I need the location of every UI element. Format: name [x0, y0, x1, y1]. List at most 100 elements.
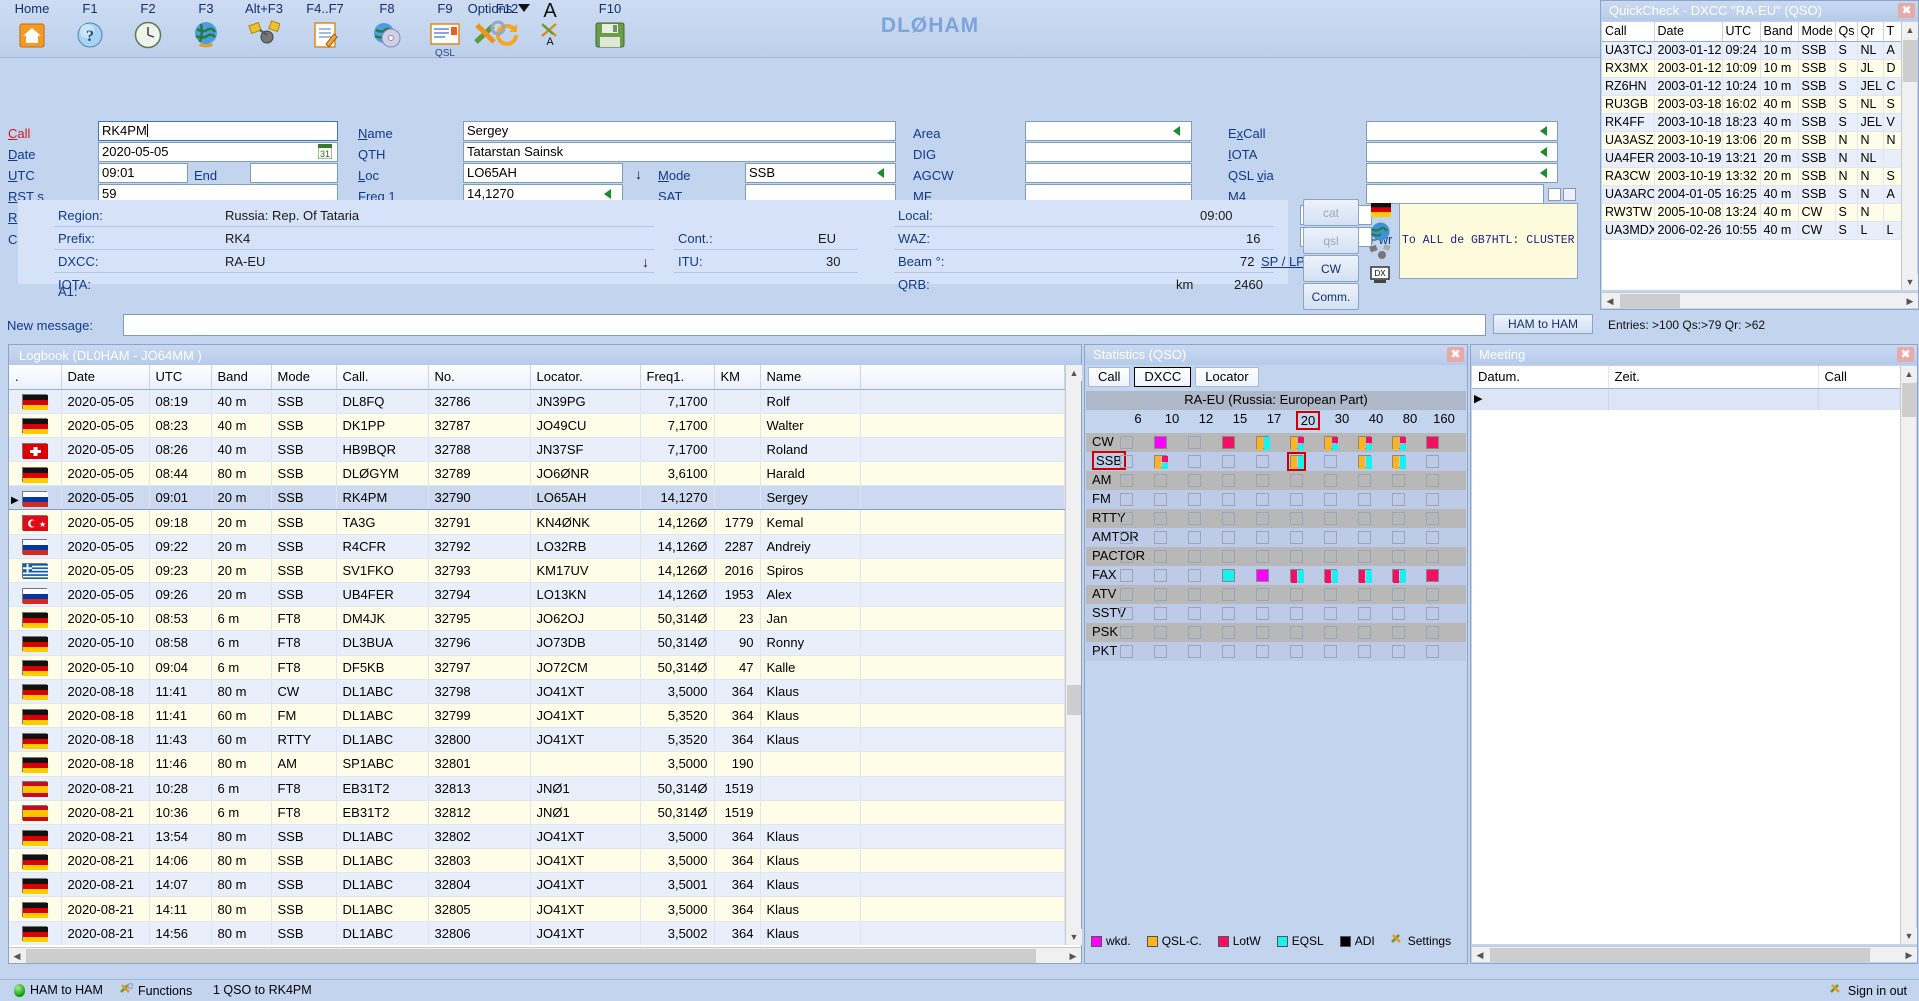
logbook-column-header[interactable]: Freq1.	[640, 365, 715, 390]
statistics-row-amtor[interactable]: AMTOR	[1086, 528, 1466, 547]
statistics-cell-psk-160[interactable]	[1426, 626, 1439, 639]
toolbar-button-f3[interactable]: F3	[178, 2, 234, 52]
logbook-column-header[interactable]: .	[9, 365, 62, 390]
statistics-row-rtty[interactable]: RTTY	[1086, 509, 1466, 528]
statistics-cell-rtty-17[interactable]	[1256, 512, 1269, 525]
table-row[interactable]: 2020-08-21 14:07 80 m SSB DL1ABC 32804 JO41XT 3…	[9, 872, 1065, 898]
calendar-icon[interactable]: 31	[317, 143, 333, 162]
statistics-cell-amtor-30[interactable]	[1324, 531, 1337, 544]
beam-sp-lp-link[interactable]: SP / LP	[1261, 254, 1305, 269]
table-row[interactable]: ★ 2020-05-05 09:18 20 m SSB TA3G 32791 KN4ØNK 14…	[9, 509, 1065, 535]
statistics-cell-pkt-10[interactable]	[1154, 645, 1167, 658]
table-row[interactable]: 2020-05-05 08:44 80 m SSB DLØGYM 32789 JO6ØNR 3…	[9, 461, 1065, 487]
statistics-cell-rtty-30[interactable]	[1324, 512, 1337, 525]
scroll-thumb[interactable]	[1902, 383, 1916, 417]
table-row[interactable]: 2020-08-18 11:41 80 m CW DL1ABC 32798 JO41XT 3,…	[9, 679, 1065, 704]
statistics-row-pactor[interactable]: PACTOR	[1086, 547, 1466, 566]
meeting-column-header[interactable]: Call	[1818, 366, 1902, 389]
table-row[interactable]: 2020-05-05 09:23 20 m SSB SV1FKO 32793 KM17UV 1…	[9, 558, 1065, 584]
statistics-cell-fm-17[interactable]	[1256, 493, 1269, 506]
toolbar-button-f4-f7[interactable]: F4..F7	[297, 2, 353, 52]
statistics-cell-pkt-40[interactable]	[1358, 645, 1371, 658]
statistics-cell-atv-20[interactable]	[1290, 588, 1303, 601]
statistics-cell-pactor-80[interactable]	[1392, 550, 1405, 563]
logbook-column-header[interactable]: No.	[428, 365, 531, 390]
m4-input[interactable]	[1366, 184, 1544, 204]
scroll-right-icon[interactable]: ▶	[1901, 947, 1917, 963]
statistics-cell-pkt-30[interactable]	[1324, 645, 1337, 658]
statistics-cell-am-160[interactable]	[1426, 474, 1439, 487]
scroll-up-icon[interactable]: ▲	[1066, 365, 1082, 381]
table-row[interactable]: 2020-05-10 09:04 6 m FT8 DF5KB 32797 JO72CM 50,…	[9, 655, 1065, 680]
statistics-row-fax[interactable]: FAX	[1086, 566, 1466, 585]
scroll-thumb[interactable]	[1903, 40, 1917, 82]
quickcheck-horizontal-scrollbar[interactable]: ◀ ▶	[1602, 292, 1918, 308]
utc-input[interactable]: 09:01	[98, 163, 188, 183]
close-icon[interactable]: ✖	[1897, 347, 1914, 362]
table-row[interactable]: 2020-05-05 09:22 20 m SSB R4CFR 32792 LO32RB 14…	[9, 534, 1065, 559]
table-row[interactable]: 2020-08-18 11:41 60 m FM DL1ABC 32799 JO41XT 5,…	[9, 703, 1065, 729]
statistics-cell-fm-12[interactable]	[1188, 493, 1201, 506]
statistics-band-15[interactable]: 15	[1228, 411, 1252, 426]
meeting-grid[interactable]: Datum. Zeit. Call	[1472, 366, 1902, 944]
statistics-cell-cw-15[interactable]	[1222, 436, 1235, 449]
statistics-cell-atv-17[interactable]	[1256, 588, 1269, 601]
statistics-cell-pactor-40[interactable]	[1358, 550, 1371, 563]
statistics-cell-am-10[interactable]	[1154, 474, 1167, 487]
table-row[interactable]: 2020-08-21 13:54 80 m SSB DL1ABC 32802 JO41XT 3…	[9, 824, 1065, 850]
dxcc-down-arrow-icon[interactable]: ↓	[642, 254, 649, 270]
table-row[interactable]: 2020-05-10 08:58 6 m FT8 DL3BUA 32796 JO73DB 50…	[9, 630, 1065, 656]
statistics-cell-fax-30[interactable]	[1324, 569, 1338, 583]
statistics-cell-rtty-80[interactable]	[1392, 512, 1405, 525]
name-input[interactable]: Sergey	[463, 121, 896, 141]
statistics-cell-psk-40[interactable]	[1358, 626, 1371, 639]
down-arrow-icon[interactable]: ↓	[635, 166, 642, 182]
quickcheck-row[interactable]: UA3TCJ 2003-01-12 09:24 10 m SSB S NL A	[1602, 41, 1903, 60]
scroll-thumb[interactable]	[26, 949, 1036, 963]
mode-spinner-icon[interactable]	[877, 168, 884, 178]
statistics-band-6[interactable]: 6	[1126, 411, 1150, 426]
status-functions[interactable]: Functions	[120, 982, 192, 999]
mode-input[interactable]: SSB	[745, 163, 896, 183]
statistics-cell-psk-20[interactable]	[1290, 626, 1303, 639]
close-icon[interactable]: ✖	[1447, 347, 1464, 362]
statistics-cell-psk-30[interactable]	[1324, 626, 1337, 639]
statistics-cell-ssb-40[interactable]	[1358, 455, 1372, 469]
statistics-cell-fm-10[interactable]	[1154, 493, 1167, 506]
statistics-cell-pactor-160[interactable]	[1426, 550, 1439, 563]
logbook-column-header[interactable]: Date	[61, 365, 150, 390]
quickcheck-row[interactable]: RX3MX 2003-01-12 10:09 10 m SSB S JL D	[1602, 59, 1903, 78]
table-row[interactable]: 2020-05-05 08:26 40 m SSB HB9BQR 32788 JN37SF 7…	[9, 437, 1065, 463]
statistics-cell-cw-30[interactable]	[1324, 436, 1338, 450]
scroll-thumb[interactable]	[1620, 294, 1680, 308]
logbook-grid[interactable]: . Date UTC Band Mode Call. No. Locator. Freq1. KM…	[9, 365, 1065, 945]
satellite-icon[interactable]	[1369, 244, 1391, 266]
chevron-down-icon[interactable]	[518, 4, 530, 12]
toolbar-button-font[interactable]: A A	[530, 1, 570, 48]
statistics-row-psk[interactable]: PSK	[1086, 623, 1466, 642]
statistics-cell-atv-40[interactable]	[1358, 588, 1371, 601]
statistics-cell-cw-80[interactable]	[1392, 436, 1406, 450]
statistics-cell-psk-80[interactable]	[1392, 626, 1405, 639]
table-row[interactable]: 2020-08-18 11:46 80 m AM SP1ABC 32801 3,5000 19…	[9, 751, 1065, 777]
close-icon[interactable]: ✖	[1898, 3, 1915, 18]
statistics-cell-amtor-17[interactable]	[1256, 531, 1269, 544]
statistics-cell-rtty-40[interactable]	[1358, 512, 1371, 525]
statistics-cell-sstv-15[interactable]	[1222, 607, 1235, 620]
statistics-cell-ssb-80[interactable]	[1392, 455, 1406, 469]
statistics-cell-cw-12[interactable]	[1188, 436, 1201, 449]
table-row[interactable]: 2020-08-21 10:36 6 m FT8 EB31T2 32812 JNØ1 50,3…	[9, 800, 1065, 825]
meeting-vertical-scrollbar[interactable]: ▲ ▼	[1900, 366, 1917, 944]
logbook-column-header[interactable]: UTC	[149, 365, 212, 390]
meeting-column-header[interactable]: Datum.	[1472, 366, 1609, 389]
statistics-cell-pkt-17[interactable]	[1256, 645, 1269, 658]
table-row[interactable]: 2020-08-21 14:11 80 m SSB DL1ABC 32805 JO41XT 3…	[9, 896, 1065, 922]
statistics-cell-atv-15[interactable]	[1222, 588, 1235, 601]
m4-checkbox-2[interactable]	[1563, 188, 1576, 201]
logbook-column-header[interactable]: KM	[714, 365, 761, 390]
table-row[interactable]: 2020-08-21 14:56 80 m SSB DL1ABC 32806 JO41XT 3…	[9, 921, 1065, 945]
statistics-cell-am-20[interactable]	[1290, 474, 1303, 487]
comm-button[interactable]: Comm.	[1303, 283, 1359, 310]
statistics-cell-rtty-20[interactable]	[1290, 512, 1303, 525]
table-row[interactable]: 2020-05-05 08:23 40 m SSB DK1PP 32787 JO49CU 7,…	[9, 413, 1065, 438]
